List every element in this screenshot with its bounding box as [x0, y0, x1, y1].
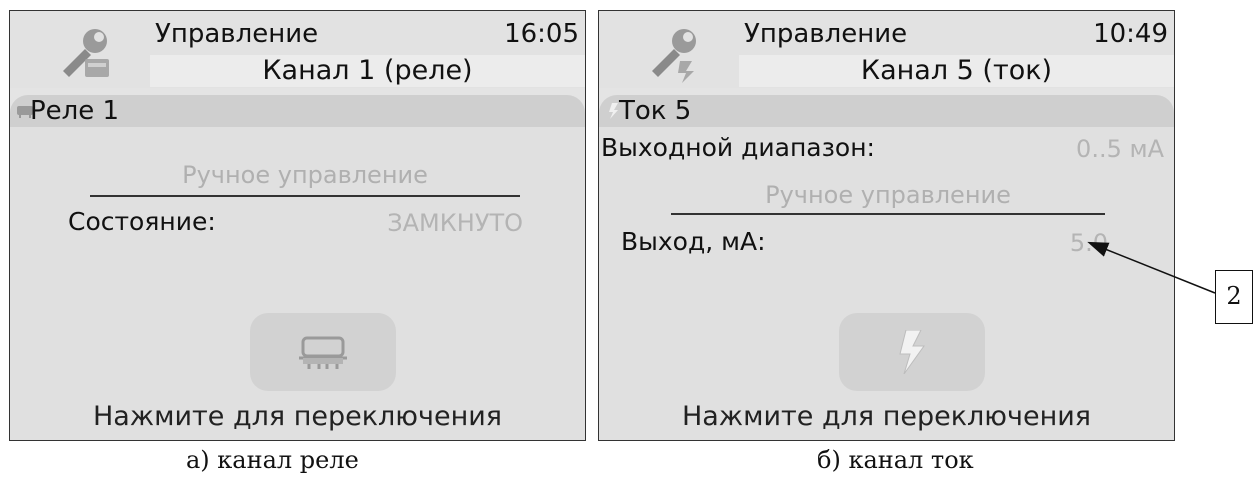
caption-relay: а) канал реле	[186, 446, 359, 474]
mode-divider	[90, 195, 520, 197]
clock-time: 10:49	[1093, 19, 1168, 49]
channel-title: Канал 1 (реле)	[150, 55, 585, 87]
lightning-icon	[899, 330, 925, 374]
channel-name: Реле 1	[30, 96, 120, 126]
tools-icon	[63, 29, 109, 77]
header-title: Управление	[744, 19, 908, 49]
channel-header: Реле 1	[10, 95, 585, 127]
mode-label: Ручное управление	[182, 161, 428, 189]
mode-label: Ручное управление	[765, 181, 1011, 209]
relay-channel-screen: Управление 16:05 Канал 1 (реле) Реле 1 Р…	[9, 10, 586, 441]
range-value: 0..5 мА	[1076, 135, 1164, 163]
channel-name: Ток 5	[619, 96, 692, 126]
state-label: Состояние:	[68, 207, 216, 236]
range-label: Выходной диапазон:	[601, 133, 875, 162]
caption-current: б) канал ток	[817, 446, 974, 474]
mode-divider	[671, 213, 1105, 215]
header-bar: Управление 10:49 Канал 5 (ток)	[599, 11, 1174, 88]
channel-panel: Реле 1 Ручное управление Состояние: ЗАМК…	[10, 95, 585, 440]
channel-header: Ток 5	[599, 95, 1174, 127]
toggle-relay-button[interactable]	[250, 313, 396, 391]
callout-label: 2	[1215, 270, 1253, 324]
state-value: ЗАМКНУТО	[387, 209, 523, 237]
toggle-current-button[interactable]	[839, 313, 985, 391]
channel-panel: Ток 5 Выходной диапазон: 0..5 мА Ручное …	[599, 95, 1174, 440]
tools-icon	[652, 29, 696, 83]
relay-icon	[299, 336, 347, 369]
output-value[interactable]: 5.0	[1070, 229, 1108, 257]
toggle-hint[interactable]: Нажмите для переключения	[10, 401, 585, 432]
clock-time: 16:05	[504, 19, 579, 49]
header-title: Управление	[155, 19, 319, 49]
header-bar: Управление 16:05 Канал 1 (реле)	[10, 11, 585, 88]
channel-title: Канал 5 (ток)	[739, 55, 1174, 87]
output-label: Выход, мА:	[621, 227, 766, 256]
current-channel-screen: Управление 10:49 Канал 5 (ток) Ток 5 Вых…	[598, 10, 1175, 441]
toggle-hint[interactable]: Нажмите для переключения	[599, 401, 1174, 432]
